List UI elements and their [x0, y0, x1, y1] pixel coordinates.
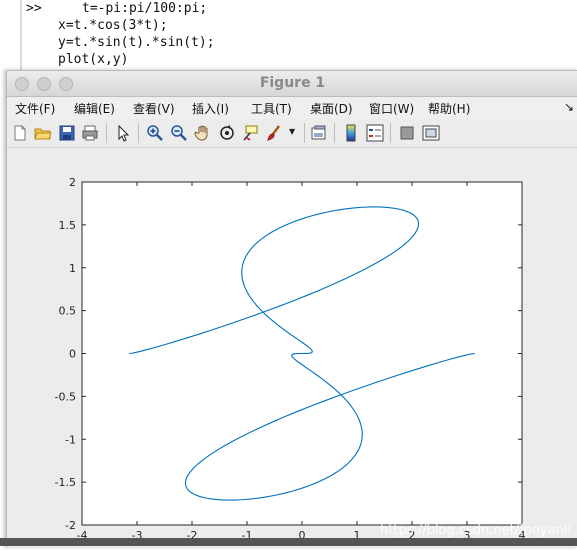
new-figure-icon[interactable] — [11, 124, 29, 142]
zoom-in-icon[interactable] — [146, 124, 164, 142]
y-tick-label: -2 — [65, 519, 76, 532]
line-chart[interactable]: -4 -3 -2 -1 0 1 2 3 4 -2-1.5-1-0.500.511.52 — [7, 148, 577, 547]
menu-dock-arrow-icon[interactable]: ↘ — [564, 100, 574, 114]
plot-area: -4 -3 -2 -1 0 1 2 3 4 -2 -1.5 -1 -0.5 0 0.5 1 1.5 2 — [7, 148, 577, 547]
menu-tools[interactable]: 工具(T) — [251, 100, 292, 117]
menu-bar: 文件(F) 编辑(E) 查看(V) 插入(I) 工具(T) 桌面(D) 窗口(W… — [7, 97, 577, 119]
menu-view[interactable]: 查看(V) — [133, 100, 175, 117]
show-tools-icon[interactable] — [422, 124, 440, 142]
y-tick-label: -0.5 — [55, 390, 76, 403]
open-file-icon[interactable] — [34, 124, 52, 142]
command-line-4[interactable]: plot(x,y) — [58, 51, 128, 68]
menu-file[interactable]: 文件(F) — [15, 100, 55, 117]
menu-help[interactable]: 帮助(H) — [428, 100, 470, 117]
toolbar-separator — [390, 123, 391, 143]
link-plot-icon[interactable] — [310, 124, 328, 142]
watermark-text: https://blog.csdn.net/fnoyanli — [380, 523, 571, 538]
y-tick-label: -1.5 — [55, 476, 76, 489]
y-tick-label: -1 — [65, 433, 76, 446]
menu-desktop[interactable]: 桌面(D) — [310, 100, 353, 117]
zoom-out-icon[interactable] — [170, 124, 188, 142]
figure-title: Figure 1 — [259, 75, 326, 91]
print-icon[interactable] — [81, 124, 99, 142]
legend-icon[interactable] — [366, 124, 384, 142]
y-tick-label: 0 — [69, 348, 76, 361]
y-tick-label: 2 — [69, 176, 76, 189]
figure-toolbar: ▼ — [7, 119, 577, 148]
hide-tools-icon[interactable] — [398, 124, 416, 142]
menu-insert[interactable]: 插入(I) — [192, 100, 229, 117]
pan-icon[interactable] — [194, 124, 212, 142]
bottom-bar — [0, 538, 577, 546]
menu-window[interactable]: 窗口(W) — [369, 100, 414, 117]
rotate-icon[interactable] — [218, 124, 236, 142]
command-gutter — [20, 0, 22, 70]
menu-edit[interactable]: 编辑(E) — [74, 100, 115, 117]
command-line-2[interactable]: x=t.*cos(3*t); — [58, 17, 168, 34]
command-prompt: >> — [26, 1, 42, 16]
colorbar-icon[interactable] — [342, 124, 360, 142]
command-line-1[interactable]: t=-pi:pi/100:pi; — [82, 0, 207, 17]
save-icon[interactable] — [58, 124, 76, 142]
command-line-3[interactable]: y=t.*sin(t).*sin(t); — [58, 34, 215, 51]
toolbar-separator — [106, 123, 107, 143]
brush-dropdown-icon[interactable]: ▼ — [289, 127, 295, 136]
figure-titlebar[interactable]: Figure 1 — [7, 71, 577, 97]
data-cursor-icon[interactable] — [242, 124, 260, 142]
y-tick-label: 1 — [69, 262, 76, 275]
figure-window: Figure 1 文件(F) 编辑(E) 查看(V) 插入(I) 工具(T) 桌… — [6, 70, 577, 547]
command-window: >> t=-pi:pi/100:pi; x=t.*cos(3*t); y=t.*… — [0, 0, 577, 70]
y-tick-label: 1.5 — [59, 219, 77, 232]
y-tick-label: 0.5 — [59, 305, 77, 318]
toolbar-separator — [138, 123, 139, 143]
toolbar-separator — [304, 123, 305, 143]
toolbar-separator — [334, 123, 335, 143]
pointer-icon[interactable] — [114, 124, 132, 142]
brush-icon[interactable] — [265, 124, 283, 142]
